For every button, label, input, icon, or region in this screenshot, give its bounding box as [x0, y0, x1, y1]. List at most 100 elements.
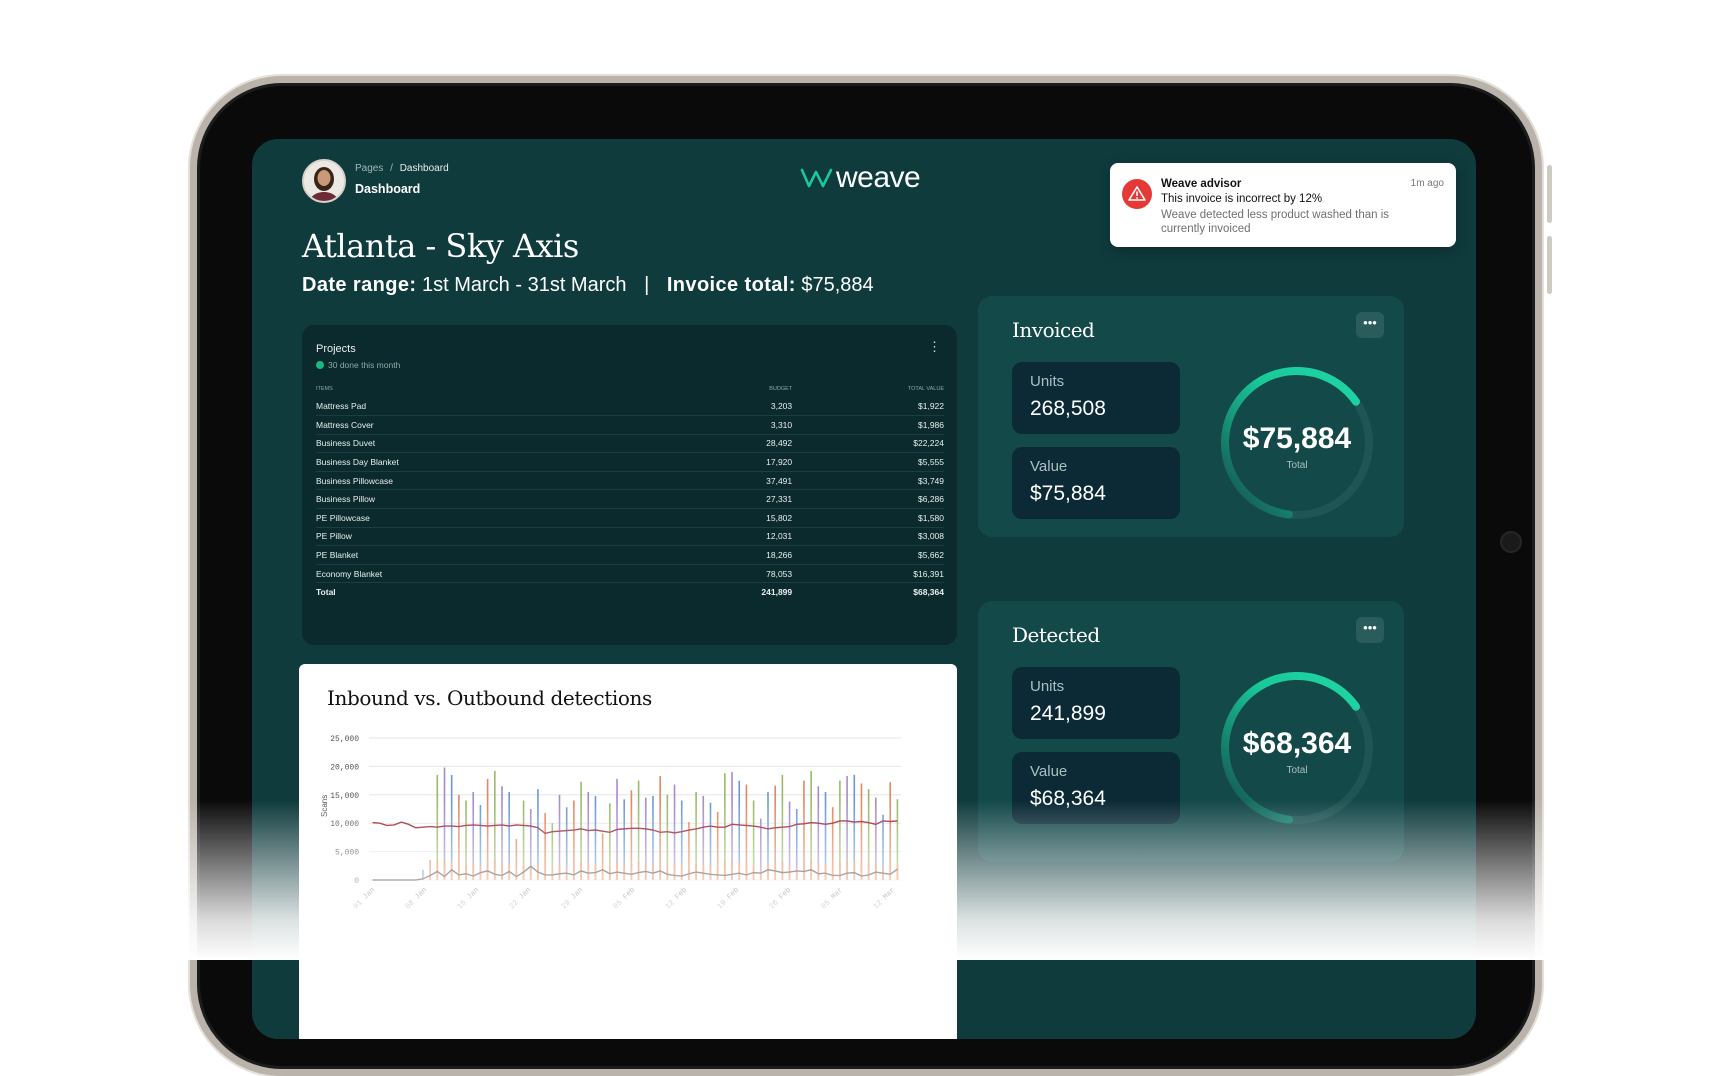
camera-icon: [1500, 531, 1522, 553]
advisor-detail: Weave detected less product washed than …: [1161, 209, 1390, 235]
table-row: PE Blanket 18,266 $5,662: [316, 545, 944, 565]
weave-logo-icon: [800, 168, 833, 188]
value-label: Value: [1030, 458, 1068, 475]
total-value-cell: $1,580: [792, 508, 944, 528]
item-cell: PE Pillow: [316, 527, 664, 547]
total-value-cell: $1,986: [792, 415, 944, 435]
item-cell: PE Blanket: [316, 545, 664, 565]
item-cell: Mattress Cover: [316, 415, 664, 435]
detected-gauge-label: Total: [1286, 765, 1308, 776]
item-cell: PE Pillowcase: [316, 508, 664, 528]
units-label: Units: [1030, 678, 1065, 695]
table-row: Mattress Cover 3,310 $1,986: [316, 415, 944, 435]
column-header: TOTAL VALUE: [907, 386, 944, 392]
total-value-cell: $68,364: [913, 587, 944, 598]
budget-cell: 3,203: [663, 397, 793, 417]
screen: Pages / Dashboard Dashboard weave Atlant…: [252, 139, 1476, 1039]
advisor-title: Weave advisor: [1161, 178, 1242, 190]
x-tick-label: 12 Feb: [664, 886, 689, 911]
projects-subtitle: 30 done this month: [316, 360, 400, 370]
y-tick-label: 10,000: [330, 820, 359, 829]
budget-cell: 27,331: [663, 489, 793, 510]
x-tick-label: 26 Feb: [768, 886, 793, 911]
units-value: 268,508: [1030, 397, 1106, 420]
budget-cell: 15,802: [663, 508, 793, 528]
value-metric: Value $75,884: [1012, 447, 1180, 519]
budget-cell: 3,310: [663, 415, 793, 435]
item-cell: Business Duvet: [316, 434, 664, 454]
y-tick-label: 0: [354, 877, 359, 886]
table-row: Business Duvet 28,492 $22,224: [316, 434, 944, 454]
date-range-line: Date range: 1st March - 31st March | Inv…: [302, 274, 874, 297]
total-value-cell: $6,286: [792, 489, 944, 510]
invoiced-gauge-value: $75,884: [1242, 422, 1352, 455]
invoiced-card: Invoiced ••• Units 268,508 Value $75,884…: [978, 296, 1404, 537]
detections-chart-card: Inbound vs. Outbound detections 25,000 20…: [299, 664, 957, 1039]
x-tick-label: 22 Jan: [508, 886, 533, 911]
breadcrumb: Pages / Dashboard: [355, 163, 449, 174]
units-metric: Units 268,508: [1012, 362, 1180, 434]
budget-cell: 18,266: [663, 545, 793, 565]
total-value-cell: $3,008: [792, 527, 944, 547]
warning-icon: [1122, 179, 1152, 209]
advisor-message: This invoice is incorrect by 12%: [1161, 193, 1323, 205]
budget-cell: 12,031: [663, 527, 793, 547]
budget-cell: 78,053: [663, 564, 793, 584]
weave-logo: weave: [800, 161, 921, 195]
more-options-button[interactable]: •••: [1356, 617, 1384, 643]
column-header: ITEMS: [316, 386, 333, 392]
x-tick-label: 08 Jan: [404, 886, 429, 911]
total-value-cell: $22,224: [792, 434, 944, 454]
x-tick-label: 01 Jan: [352, 886, 377, 911]
x-tick-label: 29 Jan: [560, 886, 585, 911]
total-value-cell: $16,391: [792, 564, 944, 584]
x-tick-label: 19 Feb: [716, 886, 741, 911]
side-button: [1547, 236, 1552, 294]
x-tick-label: 05 Mar: [820, 886, 845, 911]
item-cell: Business Day Blanket: [316, 452, 664, 472]
invoice-total-label: Invoice total:: [666, 274, 796, 296]
total-value-cell: $3,749: [792, 471, 944, 491]
table-row: Business Pillow 27,331 $6,286: [316, 489, 944, 510]
x-tick-label: 05 Feb: [612, 886, 637, 911]
y-tick-label: 20,000: [330, 763, 359, 772]
avatar[interactable]: [302, 159, 346, 203]
value-value: $75,884: [1030, 482, 1106, 505]
more-options-icon[interactable]: ⋮: [928, 339, 941, 355]
item-cell: Business Pillow: [316, 489, 664, 510]
more-options-button[interactable]: •••: [1356, 312, 1384, 338]
column-header: BUDGET: [769, 386, 793, 392]
invoice-total-value: $75,884: [801, 274, 874, 296]
breadcrumb-separator: /: [390, 163, 393, 174]
invoiced-title: Invoiced: [1012, 318, 1095, 342]
item-cell: Total: [316, 587, 336, 598]
date-range-label: Date range:: [302, 274, 417, 296]
separator: |: [644, 274, 650, 296]
breadcrumb-root[interactable]: Pages: [355, 163, 383, 174]
check-icon: [316, 361, 324, 369]
table-total-row: Total 241,899 $68,364: [316, 583, 944, 602]
units-value: 241,899: [1030, 702, 1106, 725]
advisor-time: 1m ago: [1410, 178, 1444, 189]
y-tick-label: 15,000: [330, 792, 359, 801]
breadcrumb-current[interactable]: Dashboard: [400, 163, 449, 174]
item-cell: Economy Blanket: [316, 564, 664, 584]
side-button: [1547, 165, 1552, 223]
total-value-cell: $5,662: [792, 545, 944, 565]
logo-text: weave: [836, 161, 921, 194]
detected-title: Detected: [1012, 623, 1100, 647]
value-label: Value: [1030, 763, 1068, 780]
advisor-notification[interactable]: Weave advisor This invoice is incorrect …: [1110, 163, 1456, 247]
projects-title: Projects: [316, 343, 356, 355]
table-row: Business Pillowcase 37,491 $3,749: [316, 471, 944, 491]
units-label: Units: [1030, 373, 1065, 390]
x-tick-label: 15 Jan: [456, 886, 481, 911]
table-row: Economy Blanket 78,053 $16,391: [316, 564, 944, 584]
item-cell: Mattress Pad: [316, 397, 664, 417]
total-value-cell: $1,922: [792, 397, 944, 417]
table-row: Business Day Blanket 17,920 $5,555: [316, 452, 944, 472]
y-tick-label: 5,000: [335, 849, 359, 858]
budget-cell: 17,920: [663, 452, 793, 472]
value-metric: Value $68,364: [1012, 752, 1180, 824]
chart-title: Inbound vs. Outbound detections: [327, 686, 652, 710]
